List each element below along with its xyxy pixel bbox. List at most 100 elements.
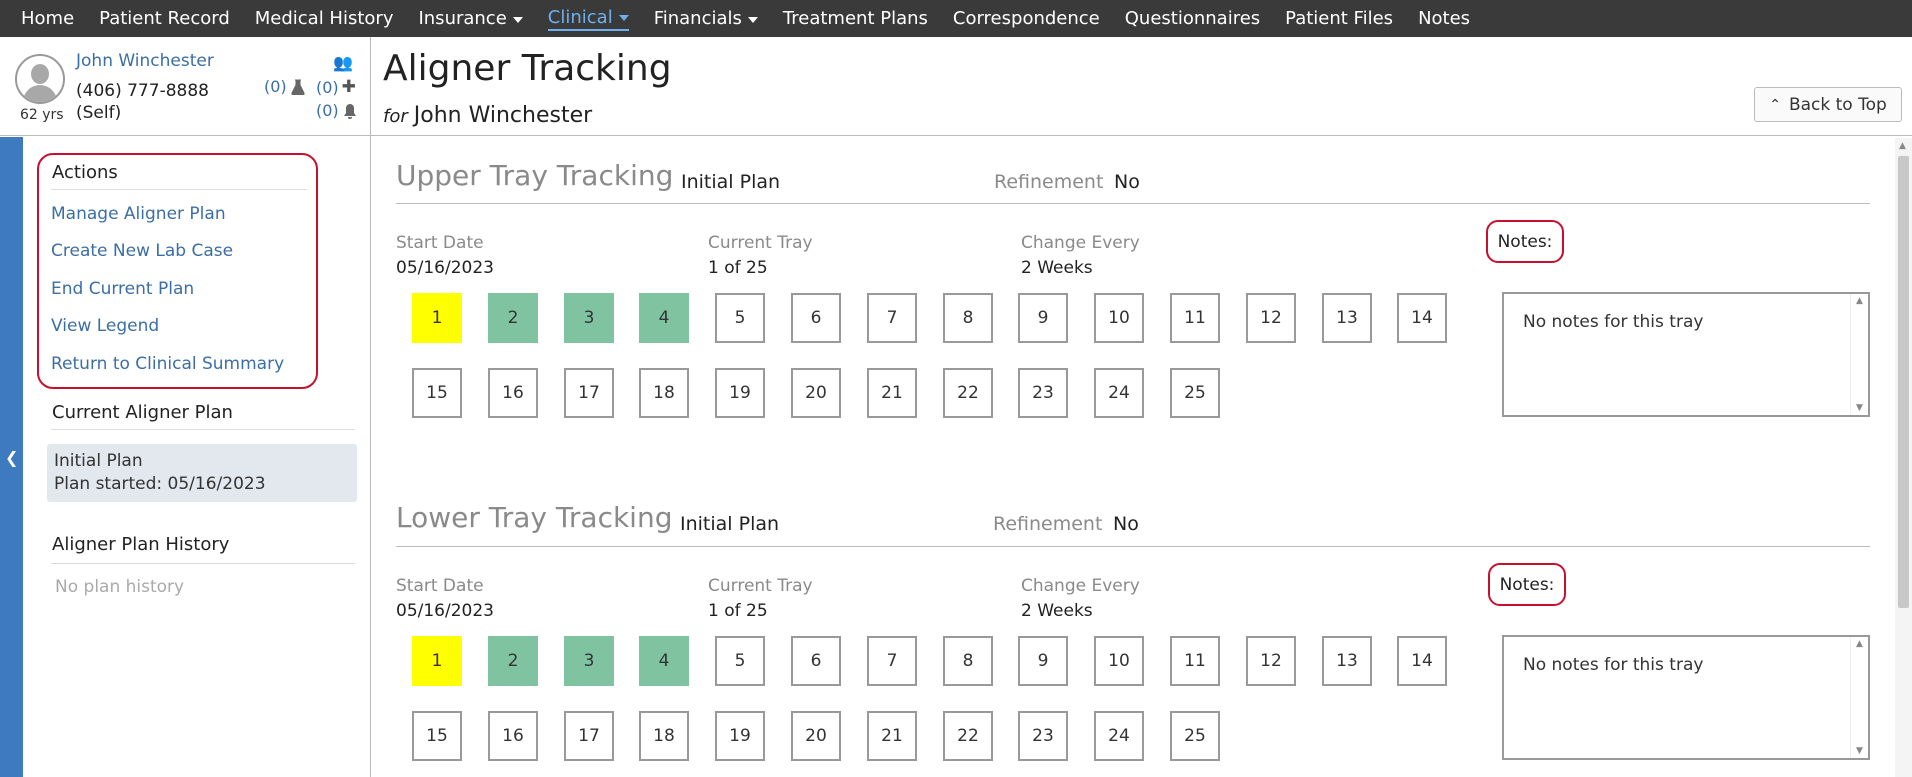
sidebar-collapse-bar[interactable]: ❮ bbox=[0, 137, 23, 777]
upper-tray-14[interactable]: 14 bbox=[1397, 293, 1447, 343]
upper-notes-textarea[interactable]: No notes for this tray ▲ ▼ bbox=[1502, 292, 1870, 417]
return-to-clinical-summary-link[interactable]: Return to Clinical Summary bbox=[51, 354, 284, 374]
upper-tray-16[interactable]: 16 bbox=[488, 368, 538, 418]
nav-insurance[interactable]: Insurance bbox=[418, 8, 523, 29]
upper-tray-5[interactable]: 5 bbox=[715, 293, 765, 343]
back-to-top-button[interactable]: ⌃ Back to Top bbox=[1754, 87, 1902, 122]
nav-patient-record[interactable]: Patient Record bbox=[99, 8, 230, 29]
nav-label: Treatment Plans bbox=[782, 8, 928, 29]
nav-correspondence[interactable]: Correspondence bbox=[953, 8, 1100, 29]
current-plan-card[interactable]: Initial Plan Plan started: 05/16/2023 bbox=[47, 444, 357, 502]
upper-tray-6[interactable]: 6 bbox=[791, 293, 841, 343]
lower-tray-24[interactable]: 24 bbox=[1094, 711, 1144, 761]
nav-treatment-plans[interactable]: Treatment Plans bbox=[783, 8, 928, 29]
avatar bbox=[15, 54, 65, 104]
upper-tray-3[interactable]: 3 bbox=[564, 293, 614, 343]
upper-tray-1[interactable]: 1 bbox=[412, 293, 462, 343]
lower-tray-8[interactable]: 8 bbox=[943, 636, 993, 686]
upper-tray-13[interactable]: 13 bbox=[1322, 293, 1372, 343]
patient-name-link[interactable]: John Winchester bbox=[76, 51, 214, 71]
nav-label: Financials bbox=[653, 8, 742, 29]
upper-notes-scrollbar[interactable]: ▲ ▼ bbox=[1850, 294, 1868, 415]
lower-notes-label: Notes: bbox=[1488, 563, 1566, 606]
scroll-up-icon[interactable]: ▲ bbox=[1899, 141, 1906, 151]
upper-tray-9[interactable]: 9 bbox=[1018, 293, 1068, 343]
upper-tray-23[interactable]: 23 bbox=[1018, 368, 1068, 418]
lower-tray-13[interactable]: 13 bbox=[1322, 636, 1372, 686]
nav-label: Notes bbox=[1418, 8, 1471, 29]
create-new-lab-case-link[interactable]: Create New Lab Case bbox=[51, 241, 233, 261]
lower-tray-16[interactable]: 16 bbox=[488, 711, 538, 761]
lower-tray-1[interactable]: 1 bbox=[412, 636, 462, 686]
upper-tray-22[interactable]: 22 bbox=[943, 368, 993, 418]
lower-tray-6[interactable]: 6 bbox=[791, 636, 841, 686]
upper-tray-24[interactable]: 24 bbox=[1094, 368, 1144, 418]
for-label: for bbox=[383, 106, 408, 127]
main-scrollbar[interactable]: ▲ bbox=[1895, 138, 1912, 777]
people-icon[interactable]: 👥 bbox=[333, 53, 353, 72]
nav-notes[interactable]: Notes bbox=[1418, 8, 1470, 29]
upper-tray-10[interactable]: 10 bbox=[1094, 293, 1144, 343]
upper-tray-4[interactable]: 4 bbox=[639, 293, 689, 343]
lower-tray-4[interactable]: 4 bbox=[639, 636, 689, 686]
lower-tray-20[interactable]: 20 bbox=[791, 711, 841, 761]
lower-tray-23[interactable]: 23 bbox=[1018, 711, 1068, 761]
lower-tray-12[interactable]: 12 bbox=[1246, 636, 1296, 686]
lower-notes-textarea[interactable]: No notes for this tray ▲ ▼ bbox=[1502, 635, 1870, 760]
upper-plan-name: Initial Plan bbox=[681, 171, 781, 193]
lower-tray-10[interactable]: 10 bbox=[1094, 636, 1144, 686]
nav-financials[interactable]: Financials bbox=[654, 8, 758, 29]
lower-notes-scrollbar[interactable]: ▲ ▼ bbox=[1850, 637, 1868, 758]
lower-tray-19[interactable]: 19 bbox=[715, 711, 765, 761]
upper-tray-17[interactable]: 17 bbox=[564, 368, 614, 418]
end-current-plan-link[interactable]: End Current Plan bbox=[51, 279, 194, 299]
lab-counter[interactable]: (0) bbox=[264, 77, 305, 96]
actions-rule bbox=[51, 189, 307, 190]
patient-relation: (Self) bbox=[76, 103, 122, 123]
current-plan-name: Initial Plan bbox=[54, 451, 143, 471]
lower-tray-17[interactable]: 17 bbox=[564, 711, 614, 761]
upper-start-date: 05/16/2023 bbox=[396, 258, 494, 278]
upper-tray-18[interactable]: 18 bbox=[639, 368, 689, 418]
lower-tray-11[interactable]: 11 bbox=[1170, 636, 1220, 686]
lower-refinement-label: Refinement bbox=[993, 513, 1103, 535]
lower-tray-2[interactable]: 2 bbox=[488, 636, 538, 686]
upper-notes-label: Notes: bbox=[1486, 220, 1564, 263]
lower-tray-18[interactable]: 18 bbox=[639, 711, 689, 761]
upper-tray-20[interactable]: 20 bbox=[791, 368, 841, 418]
nav-medical-history[interactable]: Medical History bbox=[255, 8, 394, 29]
aligner-plan-history-heading: Aligner Plan History bbox=[52, 534, 230, 555]
lower-tray-25[interactable]: 25 bbox=[1170, 711, 1220, 761]
lower-tray-7[interactable]: 7 bbox=[867, 636, 917, 686]
upper-tray-12[interactable]: 12 bbox=[1246, 293, 1296, 343]
main-scrollbar-thumb[interactable] bbox=[1898, 156, 1909, 608]
lower-tray-9[interactable]: 9 bbox=[1018, 636, 1068, 686]
lower-tray-15[interactable]: 15 bbox=[412, 711, 462, 761]
nav-clinical[interactable]: Clinical bbox=[547, 7, 629, 31]
medical-count: (0) bbox=[316, 77, 339, 97]
lower-tray-3[interactable]: 3 bbox=[564, 636, 614, 686]
lower-tray-14[interactable]: 14 bbox=[1397, 636, 1447, 686]
lower-tray-5[interactable]: 5 bbox=[715, 636, 765, 686]
lower-tray-21[interactable]: 21 bbox=[867, 711, 917, 761]
upper-tray-15[interactable]: 15 bbox=[412, 368, 462, 418]
nav-patient-files[interactable]: Patient Files bbox=[1285, 8, 1393, 29]
upper-tray-11[interactable]: 11 bbox=[1170, 293, 1220, 343]
upper-tray-8[interactable]: 8 bbox=[943, 293, 993, 343]
lower-tray-22[interactable]: 22 bbox=[943, 711, 993, 761]
upper-tray-21[interactable]: 21 bbox=[867, 368, 917, 418]
upper-start-date-label: Start Date bbox=[396, 233, 484, 253]
page-subtitle: for John Winchester bbox=[383, 103, 592, 128]
upper-tray-7[interactable]: 7 bbox=[867, 293, 917, 343]
page-title: Aligner Tracking bbox=[383, 48, 672, 89]
alert-counter[interactable]: (0) bbox=[316, 101, 357, 120]
upper-tray-25[interactable]: 25 bbox=[1170, 368, 1220, 418]
view-legend-link[interactable]: View Legend bbox=[51, 316, 159, 336]
nav-home[interactable]: Home bbox=[21, 8, 74, 29]
manage-aligner-plan-link[interactable]: Manage Aligner Plan bbox=[51, 204, 226, 224]
medical-counter[interactable]: (0) ✚ bbox=[316, 77, 356, 97]
lower-current-tray: 1 of 25 bbox=[708, 601, 768, 621]
upper-tray-2[interactable]: 2 bbox=[488, 293, 538, 343]
upper-tray-19[interactable]: 19 bbox=[715, 368, 765, 418]
nav-questionnaires[interactable]: Questionnaires bbox=[1125, 8, 1260, 29]
